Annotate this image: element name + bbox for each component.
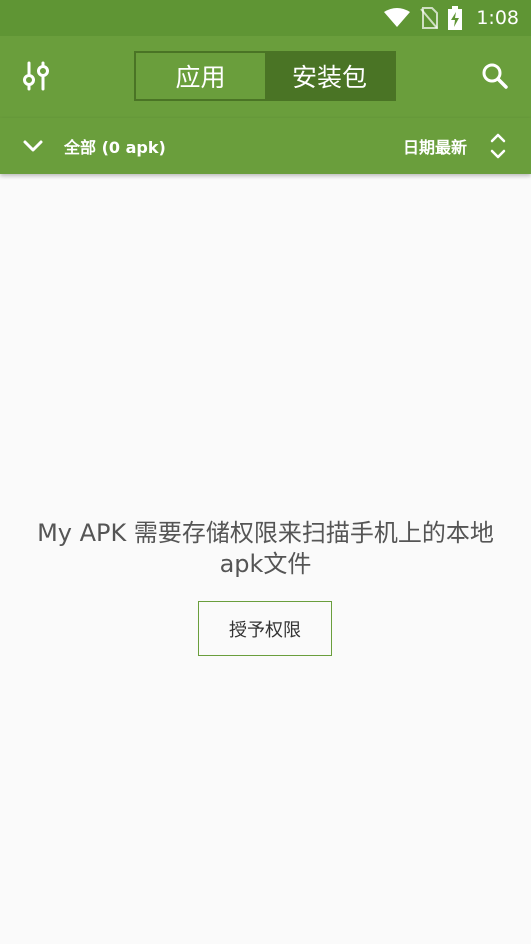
- battery-charging-icon: [448, 6, 463, 30]
- filter-settings-button[interactable]: [16, 56, 56, 96]
- status-time: 1:08: [476, 7, 519, 29]
- filter-sort-bar: 全部 (0 apk) 日期最新: [0, 118, 531, 174]
- chevron-down-icon: [23, 140, 43, 152]
- tune-icon: [23, 61, 49, 91]
- sort-control[interactable]: 日期最新: [403, 118, 507, 174]
- search-button[interactable]: [475, 56, 515, 96]
- no-sim-icon: [420, 7, 439, 29]
- sort-label: 日期最新: [402, 138, 467, 157]
- category-filter-dropdown[interactable]: 全部 (0 apk): [22, 118, 166, 174]
- grant-permission-button[interactable]: 授予权限: [198, 601, 332, 656]
- status-icons: 1:08: [384, 0, 519, 36]
- toolbar: 应用 安装包: [0, 36, 531, 118]
- permission-message: My APK 需要存储权限来扫描手机上的本地apk文件: [37, 519, 494, 578]
- search-icon: [482, 63, 508, 89]
- tab-apk-packages[interactable]: 安装包: [265, 53, 394, 99]
- sort-order-icon: [490, 133, 506, 159]
- tab-apps[interactable]: 应用: [136, 53, 265, 99]
- filter-label: 全部 (0 apk): [64, 138, 166, 157]
- tab-switcher: 应用 安装包: [134, 51, 396, 101]
- wifi-icon: [384, 8, 411, 27]
- status-bar: 1:08: [0, 0, 531, 36]
